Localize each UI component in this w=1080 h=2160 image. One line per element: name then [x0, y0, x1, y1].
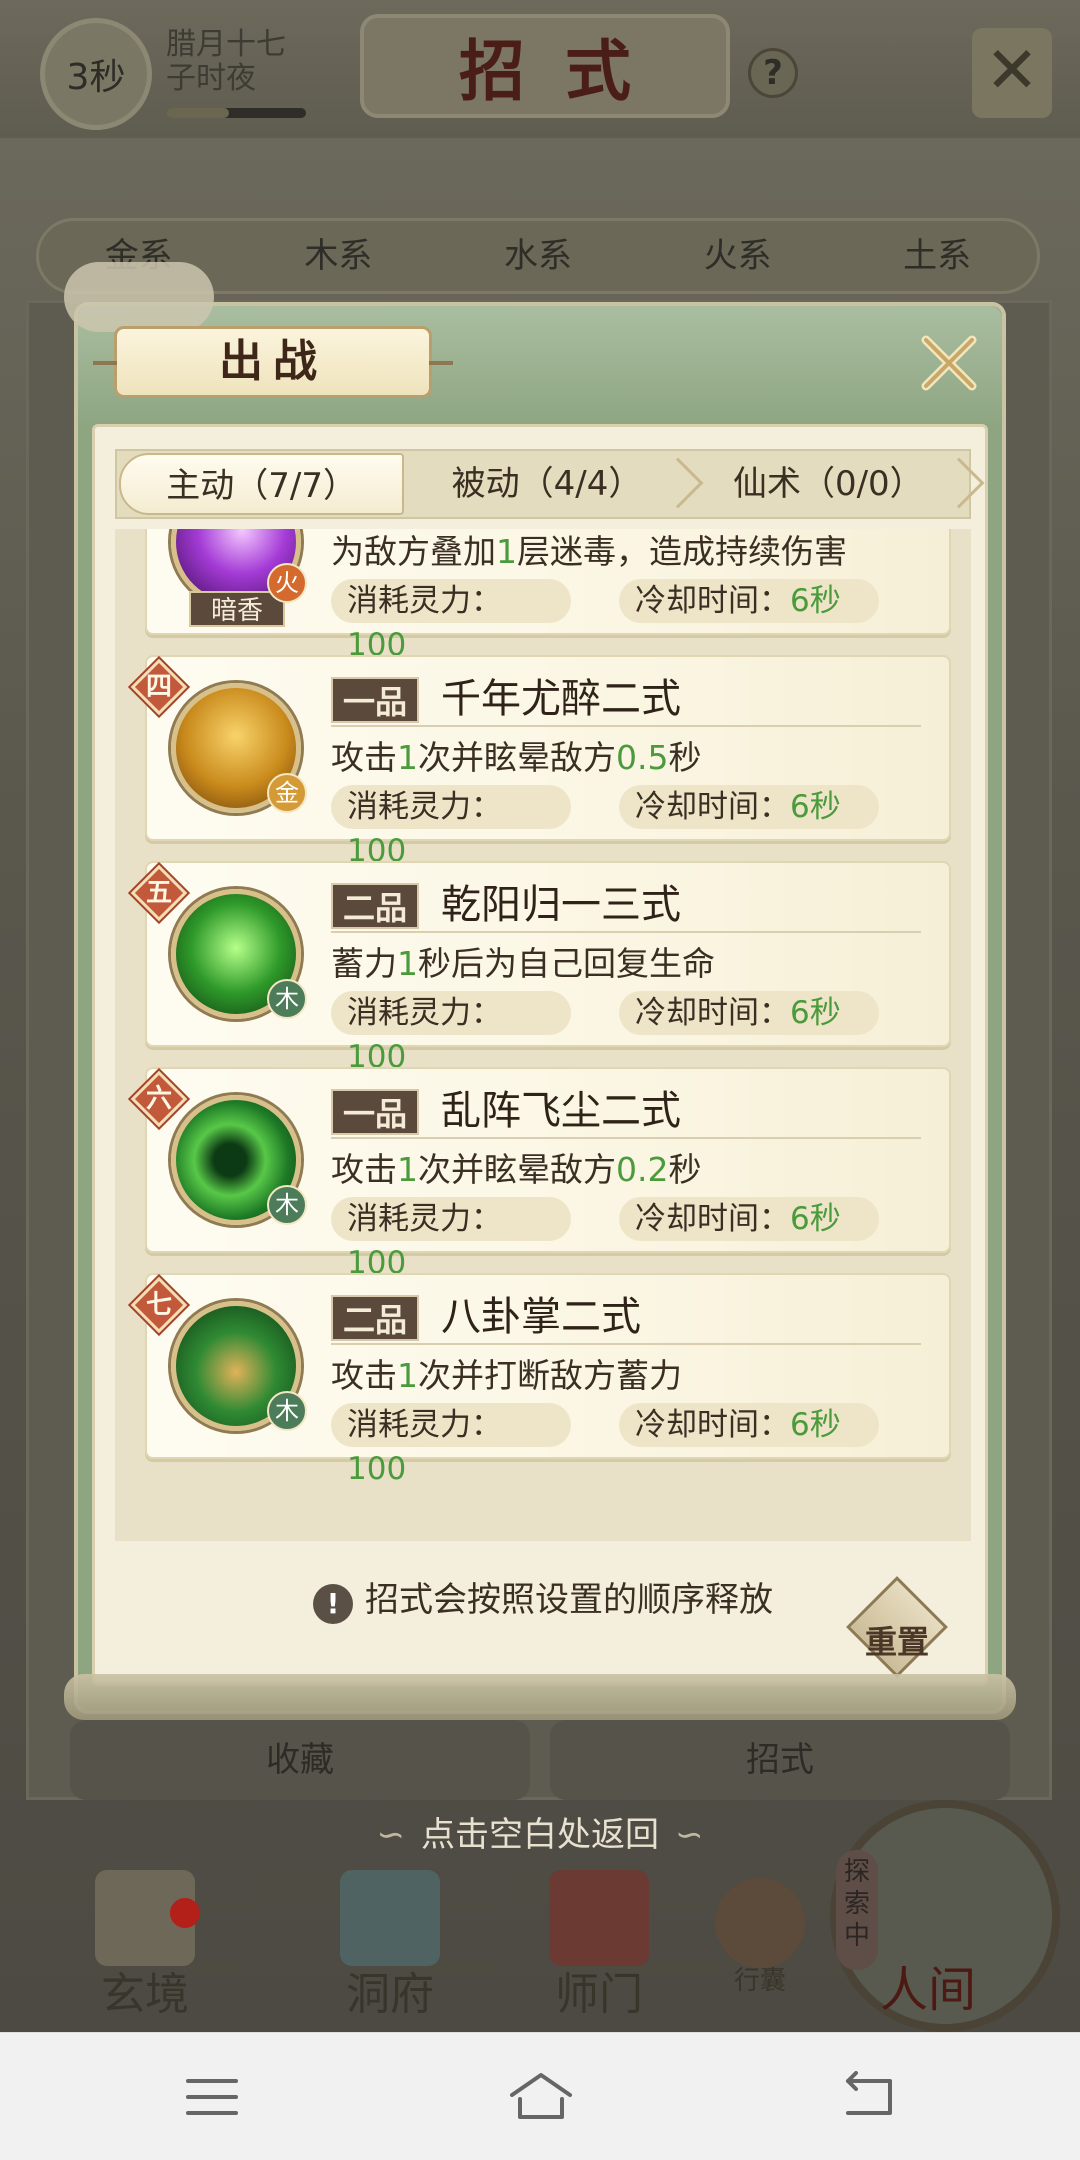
element-badge: 木: [267, 979, 307, 1019]
skill-card[interactable]: 六 木 一品 乱阵飞尘二式 攻击1次并眩晕敌方0.2秒 消耗灵力：100 冷却时…: [130, 1067, 955, 1281]
nav-xuanjing[interactable]: 玄境: [60, 1870, 230, 2030]
nav-label: 师门: [555, 1969, 643, 2020]
grade-tag: 一品: [331, 1089, 420, 1135]
nav-shimen[interactable]: 师门: [514, 1870, 684, 2030]
tab-earth[interactable]: 土系: [837, 221, 1037, 291]
cooldown: 冷却时间：6秒: [619, 1403, 879, 1447]
lunar-date-text: 腊月十七: [166, 27, 286, 62]
skill-card[interactable]: 四 金 一品 千年尤醉二式 攻击1次并眩晕敌方0.5秒 消耗灵力：100 冷却时…: [130, 655, 955, 869]
skill-card[interactable]: 暗香 火 为敌方叠加1层迷毒，造成持续伤害 消耗灵力：100 冷却时间：6秒: [131, 529, 955, 663]
skill-icon-label: 暗香: [189, 591, 285, 627]
system-navigation-bar: [0, 2032, 1080, 2160]
time-progress-bar: [166, 108, 306, 118]
tab-immortal-arts[interactable]: 仙术（0/0）: [688, 451, 985, 517]
timer-badge: 3秒: [40, 18, 152, 130]
skill-description: 为敌方叠加1层迷毒，造成持续伤害: [331, 532, 847, 571]
skill-list[interactable]: 暗香 火 为敌方叠加1层迷毒，造成持续伤害 消耗灵力：100 冷却时间：6秒 四…: [115, 529, 971, 1541]
order-badge: 四: [130, 658, 188, 716]
order-badge: 五: [130, 864, 188, 922]
lunar-time-text: 子时夜: [166, 61, 256, 96]
menu-icon: [186, 2079, 238, 2115]
reset-button[interactable]: 重置: [846, 1576, 948, 1678]
home-button[interactable]: [506, 2067, 576, 2127]
banner-icon: [549, 1870, 649, 1966]
order-badge: 六: [130, 1070, 188, 1128]
explore-label: 人间: [880, 1962, 977, 2018]
skill-name: 乱阵飞尘二式: [441, 1088, 681, 1134]
element-badge: 木: [267, 1391, 307, 1431]
skill-name: 千年尤醉二式: [441, 676, 681, 722]
top-bar: 3秒 腊月十七 子时夜 招式 ? ✕: [0, 0, 1080, 138]
nav-label: 行囊: [733, 1966, 786, 1996]
close-page-button[interactable]: ✕: [972, 28, 1052, 118]
nav-label: 玄境: [101, 1969, 189, 2020]
dialog-title: 出战: [93, 326, 453, 398]
element-badge: 火: [267, 563, 307, 603]
skill-name: 八卦掌二式: [441, 1294, 641, 1340]
screen: { "header": { "timer": "3秒", "lunar_date…: [0, 0, 1080, 2160]
skill-card[interactable]: 五 木 二品 乾阳归一三式 蓄力1秒后为自己回复生命 消耗灵力：100 冷却时间…: [130, 861, 955, 1075]
nav-label: 洞府: [346, 1969, 434, 2020]
page-title: 招式: [360, 14, 730, 118]
notification-dot: [170, 1898, 200, 1928]
tab-wood[interactable]: 木系: [239, 221, 439, 291]
ornament-left-icon: ∽: [376, 1815, 406, 1855]
bg-tab-collect[interactable]: 收藏: [70, 1720, 530, 1800]
grade-tag: 二品: [331, 1295, 420, 1341]
menu-button[interactable]: [180, 2067, 244, 2127]
nav-xingnang[interactable]: 行囊: [690, 1870, 830, 2030]
skill-name: 乾阳归一三式: [441, 882, 681, 928]
cooldown: 冷却时间：6秒: [619, 785, 879, 829]
reset-label: 重置: [864, 1623, 929, 1661]
battle-skills-dialog: 出战 主动（7/7） 被动（4/4） 仙术（0/0） 暗香 火 为敌方叠加1层迷…: [64, 262, 1016, 1720]
dialog-close-button[interactable]: [914, 328, 984, 398]
skill-type-tabs: 主动（7/7） 被动（4/4） 仙术（0/0）: [115, 449, 985, 519]
spirit-cost: 消耗灵力：100: [331, 1197, 571, 1281]
skill-description: 攻击1次并眩晕敌方0.5秒: [331, 738, 702, 777]
cloud-decoration-icon: [64, 262, 214, 332]
tab-label: 被动（4/4）: [451, 464, 643, 504]
back-button[interactable]: [836, 2067, 900, 2127]
order-badge: 七: [130, 1276, 188, 1334]
tab-active-skills[interactable]: 主动（7/7）: [119, 453, 405, 515]
tab-label: 仙术（0/0）: [732, 464, 924, 504]
dialog-content: 主动（7/7） 被动（4/4） 仙术（0/0） 暗香 火 为敌方叠加1层迷毒，造…: [92, 424, 988, 1686]
skill-description: 攻击1次并打断敌方蓄力: [331, 1356, 682, 1395]
grade-tag: 一品: [331, 677, 420, 723]
exclamation-icon: !: [313, 1584, 353, 1624]
scroll-rod-decoration: [64, 1674, 1016, 1720]
spirit-cost: 消耗灵力：100: [331, 785, 571, 869]
skill-card[interactable]: 七 木 二品 八卦掌二式 攻击1次并打断敌方蓄力 消耗灵力：100 冷却时间：6…: [130, 1273, 955, 1487]
cooldown: 冷却时间：6秒: [619, 1197, 879, 1241]
element-badge: 金: [267, 773, 307, 813]
spirit-cost: 消耗灵力：100: [331, 1403, 571, 1487]
tab-passive-skills[interactable]: 被动（4/4）: [406, 451, 704, 517]
spirit-cost: 消耗灵力：100: [331, 579, 571, 663]
ornament-right-icon: ∽: [675, 1815, 704, 1855]
explore-status-tag: 探索中: [836, 1850, 878, 1970]
home-icon: [510, 2073, 572, 2119]
cooldown: 冷却时间：6秒: [619, 991, 879, 1035]
lunar-date: 腊月十七 子时夜: [166, 28, 286, 96]
background-action-tabs: 收藏 招式: [70, 1720, 1010, 1800]
notice-text: 招式会按照设置的顺序释放: [365, 1580, 773, 1620]
grade-tag: 二品: [331, 883, 420, 929]
spirit-cost: 消耗灵力：100: [331, 991, 571, 1075]
cooldown: 冷却时间：6秒: [619, 579, 879, 623]
tab-fire[interactable]: 火系: [638, 221, 838, 291]
element-badge: 木: [267, 1185, 307, 1225]
nav-dongfu[interactable]: 洞府: [305, 1870, 475, 2030]
pavilion-icon: [340, 1870, 440, 1966]
bg-tab-skills[interactable]: 招式: [550, 1720, 1010, 1800]
tab-label: 主动（7/7）: [166, 466, 358, 506]
bag-icon: [715, 1878, 805, 1968]
return-hint-text: 点击空白处返回: [421, 1815, 659, 1855]
skill-description: 攻击1次并眩晕敌方0.2秒: [331, 1150, 702, 1189]
skill-description: 蓄力1秒后为自己回复生命: [331, 944, 715, 983]
back-icon: [846, 2071, 892, 2115]
chevron-right-icon: [933, 457, 985, 509]
help-button[interactable]: ?: [748, 48, 798, 98]
close-icon: [921, 335, 977, 391]
tab-water[interactable]: 水系: [438, 221, 638, 291]
